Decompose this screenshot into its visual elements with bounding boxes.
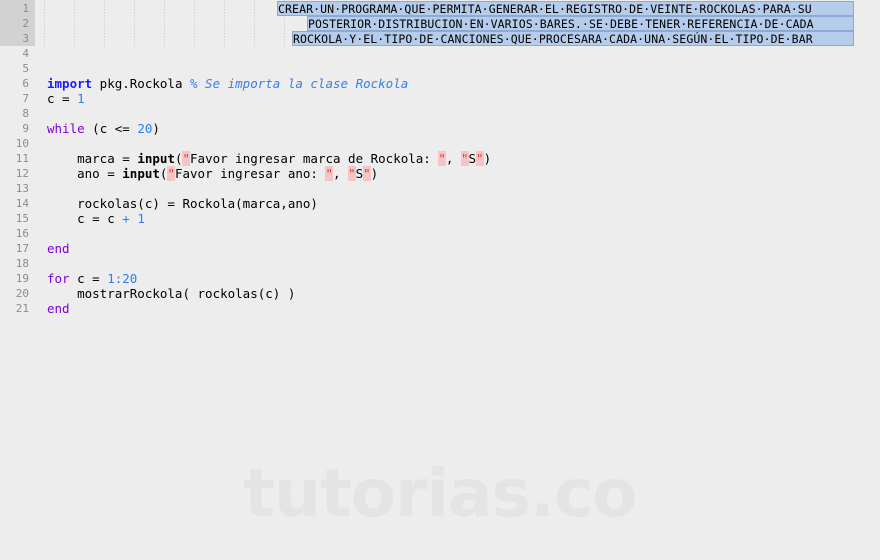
line-number: 9	[22, 122, 29, 135]
arg-separator: ,	[333, 166, 349, 181]
while-condition: (c <=	[84, 121, 138, 136]
code-line-end-for[interactable]: end	[47, 301, 70, 316]
number-literal: 20	[137, 121, 153, 136]
keyword-import: import	[47, 76, 93, 91]
quote-open: "	[167, 166, 175, 181]
code-line-end-while[interactable]: end	[47, 241, 70, 256]
close-paren: )	[370, 166, 379, 181]
string-flag: S	[355, 166, 364, 181]
keyword-while: while	[47, 121, 85, 136]
line-number: 21	[15, 302, 29, 315]
line-number: 20	[15, 287, 29, 300]
line-number: 2	[22, 17, 29, 30]
selected-prompt-line-2[interactable]: POSTERIOR·DISTRIBUCION·EN·VARIOS·BARES.·…	[307, 16, 854, 31]
code-line-for[interactable]: for c = 1:20	[47, 271, 137, 286]
comment-import: % Se importa la clase Rockola	[190, 76, 409, 91]
string-prompt-marca: Favor ingresar marca de Rockola:	[190, 151, 439, 166]
code-line-while[interactable]: while (c <= 20)	[47, 121, 160, 136]
operator-plus: +	[122, 211, 130, 226]
close-paren: )	[483, 151, 492, 166]
function-input: input	[137, 151, 175, 166]
assign-marca: marca =	[47, 151, 138, 166]
quote-close: "	[476, 151, 484, 166]
for-variable: c =	[69, 271, 108, 286]
code-line-mostrar-rockola[interactable]: mostrarRockola( rockolas(c) )	[47, 286, 295, 301]
line-number: 12	[15, 167, 29, 180]
quote-open: "	[182, 151, 191, 166]
line-number: 1	[22, 2, 29, 15]
keyword-end: end	[47, 301, 70, 316]
quote-close: "	[363, 166, 371, 181]
selected-prompt-line-3[interactable]: ROCKOLA·Y·EL·TIPO·DE·CANCIONES·QUE·PROCE…	[292, 31, 854, 46]
line-number: 10	[15, 137, 29, 150]
code-line-c-increment[interactable]: c = c + 1	[47, 211, 145, 226]
assign-c-pre: c = c	[47, 211, 123, 226]
line-number: 16	[15, 227, 29, 240]
number-literal: 1	[77, 91, 85, 106]
line-number: 13	[15, 182, 29, 195]
line-number: 6	[22, 77, 29, 90]
line-number: 15	[15, 212, 29, 225]
line-number: 19	[15, 272, 29, 285]
function-input: input	[122, 166, 160, 181]
line-number: 14	[15, 197, 29, 210]
code-line-import[interactable]: import pkg.Rockola % Se importa la clase…	[47, 76, 408, 91]
selected-prompt-line-1[interactable]: CREAR·UN·PROGRAMA·QUE·PERMITA·GENERAR·EL…	[277, 1, 854, 16]
quote-close: "	[325, 166, 334, 181]
line-number: 4	[22, 47, 29, 60]
line-number: 5	[22, 62, 29, 75]
code-line-ano-input[interactable]: ano = input("Favor ingresar ano: ", "S")	[47, 166, 378, 181]
assign-ano: ano =	[47, 166, 123, 181]
for-range: 1:20	[107, 271, 138, 286]
line-number: 17	[15, 242, 29, 255]
assign-c: c =	[47, 91, 78, 106]
line-number: 8	[22, 107, 29, 120]
keyword-for: for	[47, 271, 70, 286]
quote-open: "	[348, 166, 356, 181]
code-content[interactable]: CREAR·UN·PROGRAMA·QUE·PERMITA·GENERAR·EL…	[36, 0, 880, 560]
quote-open: "	[460, 151, 469, 166]
arg-separator: ,	[445, 151, 461, 166]
line-number-gutter[interactable]: 1 2 3 4 5 6 7 8 9 10 11 12 13 14 15 16 1…	[0, 0, 35, 560]
import-target: pkg.Rockola	[92, 76, 190, 91]
string-flag: S	[468, 151, 477, 166]
keyword-end: end	[47, 241, 70, 256]
while-close-paren: )	[152, 121, 160, 136]
string-prompt-ano: Favor ingresar ano:	[174, 166, 326, 181]
code-line-marca-input[interactable]: marca = input("Favor ingresar marca de R…	[47, 151, 491, 166]
code-line-rockolas-assign[interactable]: rockolas(c) = Rockola(marca,ano)	[47, 196, 318, 211]
line-number: 11	[15, 152, 29, 165]
code-line-c-init[interactable]: c = 1	[47, 91, 85, 106]
line-number: 3	[22, 32, 29, 45]
number-literal: 1	[137, 211, 145, 226]
quote-close: "	[438, 151, 446, 166]
line-number: 18	[15, 257, 29, 270]
line-number: 7	[22, 92, 29, 105]
code-editor[interactable]: tutorias.co 1 2 3 4 5 6 7 8 9 10 11 12 1…	[0, 0, 880, 560]
